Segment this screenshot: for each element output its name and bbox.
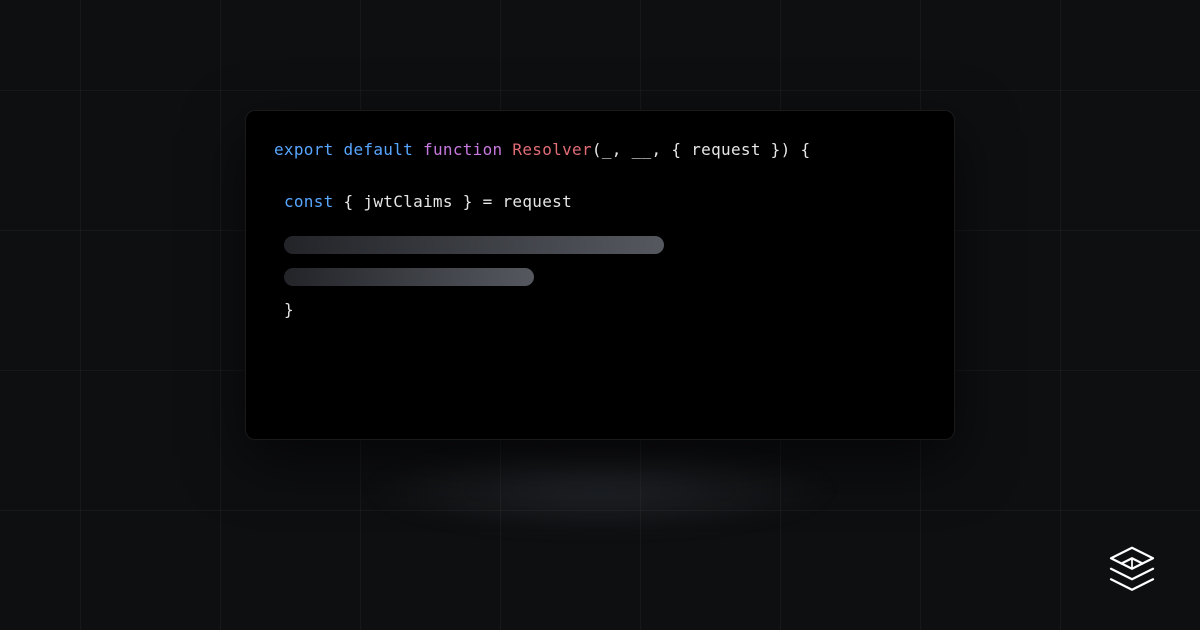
brand-logo-icon [1104,539,1160,595]
background-glow [260,430,940,550]
params: (_, __, { request }) { [592,140,811,159]
code-line-1: export default function Resolver(_, __, … [274,137,926,163]
placeholder-line-2 [284,268,534,286]
keyword-function: function [423,140,502,159]
keyword-const: const [284,192,334,211]
function-name: Resolver [512,140,591,159]
destructure-expr: { jwtClaims } = request [334,192,572,211]
code-card: export default function Resolver(_, __, … [245,110,955,440]
closing-brace: } [284,300,926,319]
keyword-export: export [274,140,334,159]
code-line-2: const { jwtClaims } = request [274,189,926,215]
keyword-default: default [344,140,414,159]
placeholder-line-1 [284,236,664,254]
